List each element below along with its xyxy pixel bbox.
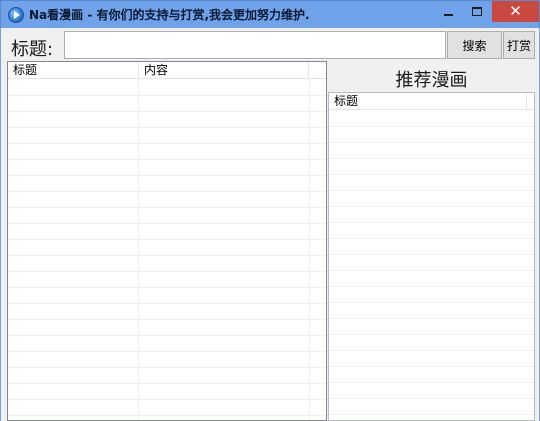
window-title: Na看漫画 - 有你们的支持与打赏,我会更加努力维护. bbox=[29, 8, 310, 22]
recommend-list-body bbox=[329, 110, 534, 420]
grid-row-line bbox=[8, 255, 326, 256]
grid-row-line bbox=[8, 303, 326, 304]
grid-row-line bbox=[329, 414, 534, 415]
grid-row-line bbox=[329, 190, 534, 191]
grid-row-line bbox=[8, 415, 326, 416]
client-area: 标题: 搜索 打赏 标题 内容 推荐漫画 标题 bbox=[0, 28, 540, 421]
column-header-content[interactable]: 内容 bbox=[139, 62, 309, 79]
recommend-list-header: 标题 bbox=[329, 93, 534, 110]
grid-row-line bbox=[329, 238, 534, 239]
close-icon: ✕ bbox=[509, 2, 522, 20]
grid-row-line bbox=[8, 239, 326, 240]
recommend-list[interactable]: 标题 bbox=[328, 92, 535, 421]
grid-row-line bbox=[8, 367, 326, 368]
title-bar: Na看漫画 - 有你们的支持与打赏,我会更加努力维护. ✕ bbox=[0, 0, 540, 28]
grid-row-line bbox=[329, 366, 534, 367]
grid-row-line bbox=[8, 223, 326, 224]
grid-row-line bbox=[329, 206, 534, 207]
grid-row-line bbox=[329, 174, 534, 175]
grid-row-line bbox=[329, 350, 534, 351]
minimize-button[interactable] bbox=[434, 1, 462, 22]
column-divider bbox=[138, 79, 139, 420]
grid-row-line bbox=[8, 207, 326, 208]
grid-row-line bbox=[8, 159, 326, 160]
results-list-header: 标题 内容 bbox=[8, 62, 326, 79]
grid-row-line bbox=[329, 270, 534, 271]
grid-row-line bbox=[329, 158, 534, 159]
close-button[interactable]: ✕ bbox=[492, 1, 539, 22]
grid-row-line bbox=[8, 319, 326, 320]
grid-row-line bbox=[8, 271, 326, 272]
grid-row-line bbox=[8, 399, 326, 400]
grid-row-line bbox=[8, 287, 326, 288]
app-play-icon bbox=[8, 7, 24, 23]
grid-row-line bbox=[329, 142, 534, 143]
search-input[interactable] bbox=[64, 31, 446, 59]
grid-row-line bbox=[329, 286, 534, 287]
donate-button[interactable]: 打赏 bbox=[503, 31, 535, 59]
maximize-icon bbox=[472, 7, 482, 16]
search-label: 标题: bbox=[11, 39, 54, 60]
grid-row-line bbox=[8, 127, 326, 128]
search-button[interactable]: 搜索 bbox=[447, 31, 502, 59]
results-list-body bbox=[8, 79, 326, 420]
grid-row-line bbox=[8, 335, 326, 336]
grid-row-line bbox=[329, 254, 534, 255]
grid-row-line bbox=[8, 351, 326, 352]
minimize-icon bbox=[443, 14, 453, 16]
grid-row-line bbox=[8, 191, 326, 192]
grid-row-line bbox=[8, 95, 326, 96]
grid-row-line bbox=[329, 382, 534, 383]
column-divider bbox=[309, 79, 310, 420]
grid-row-line bbox=[329, 334, 534, 335]
maximize-button[interactable] bbox=[463, 1, 491, 22]
grid-row-line bbox=[329, 302, 534, 303]
grid-row-line bbox=[329, 222, 534, 223]
grid-row-line bbox=[8, 175, 326, 176]
grid-row-line bbox=[8, 143, 326, 144]
grid-row-line bbox=[8, 383, 326, 384]
grid-row-line bbox=[329, 126, 534, 127]
column-header-title[interactable]: 标题 bbox=[8, 62, 139, 79]
recommend-title: 推荐漫画 bbox=[395, 70, 468, 91]
grid-row-line bbox=[329, 398, 534, 399]
grid-row-line bbox=[329, 318, 534, 319]
grid-row-line bbox=[8, 111, 326, 112]
column-header-title[interactable]: 标题 bbox=[329, 93, 527, 110]
results-list[interactable]: 标题 内容 bbox=[7, 61, 327, 421]
